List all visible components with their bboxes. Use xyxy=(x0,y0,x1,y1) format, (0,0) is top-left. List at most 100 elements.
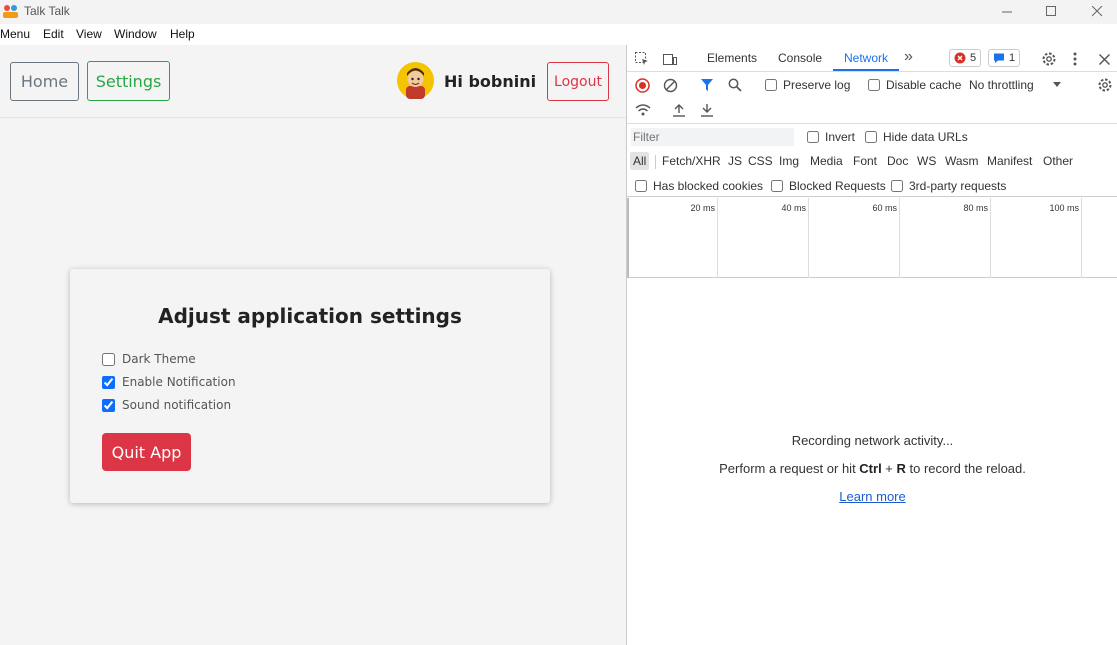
enable-notification-label: Enable Notification xyxy=(122,375,236,389)
network-settings-gear-icon[interactable] xyxy=(1096,76,1114,94)
message-icon xyxy=(994,53,1004,63)
message-count: 1 xyxy=(1009,52,1016,64)
type-ws[interactable]: WS xyxy=(917,154,936,168)
sound-notification-checkbox[interactable] xyxy=(102,398,115,412)
menu-item-edit[interactable]: Edit xyxy=(43,27,64,41)
home-button[interactable]: Home xyxy=(10,62,79,101)
recording-message: Recording network activity... xyxy=(791,433,954,448)
learn-more-link[interactable]: Learn more xyxy=(839,489,905,504)
hide-data-urls-input[interactable] xyxy=(865,131,877,143)
more-tabs-icon[interactable]: » xyxy=(904,48,913,66)
type-doc[interactable]: Doc xyxy=(887,154,908,168)
type-other[interactable]: Other xyxy=(1043,154,1073,168)
dropdown-arrow-icon xyxy=(1052,82,1061,87)
message-count-badge[interactable]: 1 xyxy=(988,49,1021,67)
hide-data-urls-checkbox[interactable]: Hide data URLs xyxy=(865,130,968,144)
timeline-gridline xyxy=(808,198,809,278)
tick-label-20ms: 20 ms xyxy=(690,203,715,213)
record-icon[interactable] xyxy=(634,77,650,93)
export-har-icon[interactable] xyxy=(699,102,715,118)
tick-label-60ms: 60 ms xyxy=(872,203,897,213)
title-bar: Talk Talk xyxy=(0,0,1117,24)
clear-icon[interactable] xyxy=(662,77,678,93)
reload-hint: Perform a request or hit Ctrl + R to rec… xyxy=(627,461,1117,476)
reload-hint-post: to record the reload. xyxy=(905,461,1026,476)
preserve-log-input[interactable] xyxy=(765,79,777,91)
preserve-log-checkbox[interactable]: Preserve log xyxy=(765,78,850,92)
throttling-value: No throttling xyxy=(969,78,1034,92)
type-fetch-xhr[interactable]: Fetch/XHR xyxy=(662,154,721,168)
tick-label-80ms: 80 ms xyxy=(963,203,988,213)
logout-button[interactable]: Logout xyxy=(547,62,609,101)
quit-app-button[interactable]: Quit App xyxy=(102,433,191,471)
tick-label-100ms: 100 ms xyxy=(1049,203,1079,213)
shortcut-plus: + xyxy=(881,461,897,476)
settings-button[interactable]: Settings xyxy=(87,61,170,101)
type-font[interactable]: Font xyxy=(853,154,877,168)
tab-console[interactable]: Console xyxy=(778,51,822,65)
error-count-badge[interactable]: 5 xyxy=(949,49,982,67)
preserve-log-label: Preserve log xyxy=(783,78,851,92)
type-css[interactable]: CSS xyxy=(748,154,773,168)
type-img[interactable]: Img xyxy=(779,154,799,168)
settings-gear-icon[interactable] xyxy=(1039,49,1059,69)
timeline-gridline xyxy=(717,198,718,278)
third-party-checkbox[interactable]: 3rd-party requests xyxy=(891,179,1006,193)
blocked-cookies-checkbox[interactable]: Has blocked cookies xyxy=(635,179,763,193)
sound-notification-label: Sound notification xyxy=(122,398,232,412)
option-sound-notification[interactable]: Sound notification xyxy=(102,396,231,414)
device-toolbar-icon[interactable] xyxy=(661,50,679,68)
minimize-icon xyxy=(1001,11,1012,12)
app-logo-icon xyxy=(3,5,18,18)
timeline-gridline xyxy=(990,198,991,278)
filter-input[interactable] xyxy=(631,128,794,146)
timeline-start xyxy=(627,198,629,278)
error-count: 5 xyxy=(970,52,977,64)
blocked-requests-checkbox[interactable]: Blocked Requests xyxy=(771,179,886,193)
third-party-input[interactable] xyxy=(891,180,903,192)
type-manifest[interactable]: Manifest xyxy=(987,154,1032,168)
filter-icon[interactable] xyxy=(699,77,715,93)
close-button[interactable] xyxy=(1074,0,1117,22)
dark-theme-checkbox[interactable] xyxy=(102,352,115,366)
network-conditions-icon[interactable] xyxy=(634,102,652,118)
invert-input[interactable] xyxy=(807,131,819,143)
network-overview-timeline[interactable]: 20 ms 40 ms 60 ms 80 ms 100 ms xyxy=(627,198,1117,278)
close-devtools-icon[interactable] xyxy=(1095,49,1113,69)
maximize-button[interactable] xyxy=(1028,0,1074,22)
devtools-panel: Elements Console Network » 5 1 Preserve … xyxy=(626,45,1117,645)
blocked-cookies-label: Has blocked cookies xyxy=(653,179,764,193)
menu-item-window[interactable]: Window xyxy=(114,27,157,41)
inspect-element-icon[interactable] xyxy=(633,50,651,68)
option-dark-theme[interactable]: Dark Theme xyxy=(102,350,196,368)
hide-data-urls-label: Hide data URLs xyxy=(883,130,968,144)
minimize-button[interactable] xyxy=(984,0,1030,22)
more-options-icon[interactable] xyxy=(1067,49,1083,69)
close-icon xyxy=(1091,5,1102,16)
shortcut-r: R xyxy=(896,461,906,476)
menu-bar: Menu Edit View Window Help xyxy=(0,24,1117,45)
menu-item-view[interactable]: View xyxy=(76,27,102,41)
dark-theme-label: Dark Theme xyxy=(122,352,196,366)
blocked-requests-input[interactable] xyxy=(771,180,783,192)
invert-checkbox[interactable]: Invert xyxy=(807,130,855,144)
import-har-icon[interactable] xyxy=(671,102,687,118)
type-media[interactable]: Media xyxy=(810,154,843,168)
menu-item-help[interactable]: Help xyxy=(170,27,195,41)
tab-network[interactable]: Network xyxy=(844,51,888,65)
tab-elements[interactable]: Elements xyxy=(707,51,757,65)
enable-notification-checkbox[interactable] xyxy=(102,375,115,389)
blocked-filter-row: Has blocked cookies Blocked Requests 3rd… xyxy=(627,174,1117,197)
throttling-select[interactable]: No throttling xyxy=(969,78,1062,92)
blocked-cookies-input[interactable] xyxy=(635,180,647,192)
disable-cache-checkbox[interactable]: Disable cache xyxy=(868,78,961,92)
option-enable-notification[interactable]: Enable Notification xyxy=(102,373,236,391)
menu-item-menu[interactable]: Menu xyxy=(0,27,30,41)
search-icon[interactable] xyxy=(727,77,743,93)
third-party-label: 3rd-party requests xyxy=(909,179,1007,193)
type-js[interactable]: JS xyxy=(728,154,742,168)
type-all[interactable]: All xyxy=(630,152,650,170)
type-wasm[interactable]: Wasm xyxy=(945,154,979,168)
disable-cache-input[interactable] xyxy=(868,79,880,91)
resource-type-filter: All Fetch/XHR JS CSS Img Media Font Doc … xyxy=(627,149,1117,173)
